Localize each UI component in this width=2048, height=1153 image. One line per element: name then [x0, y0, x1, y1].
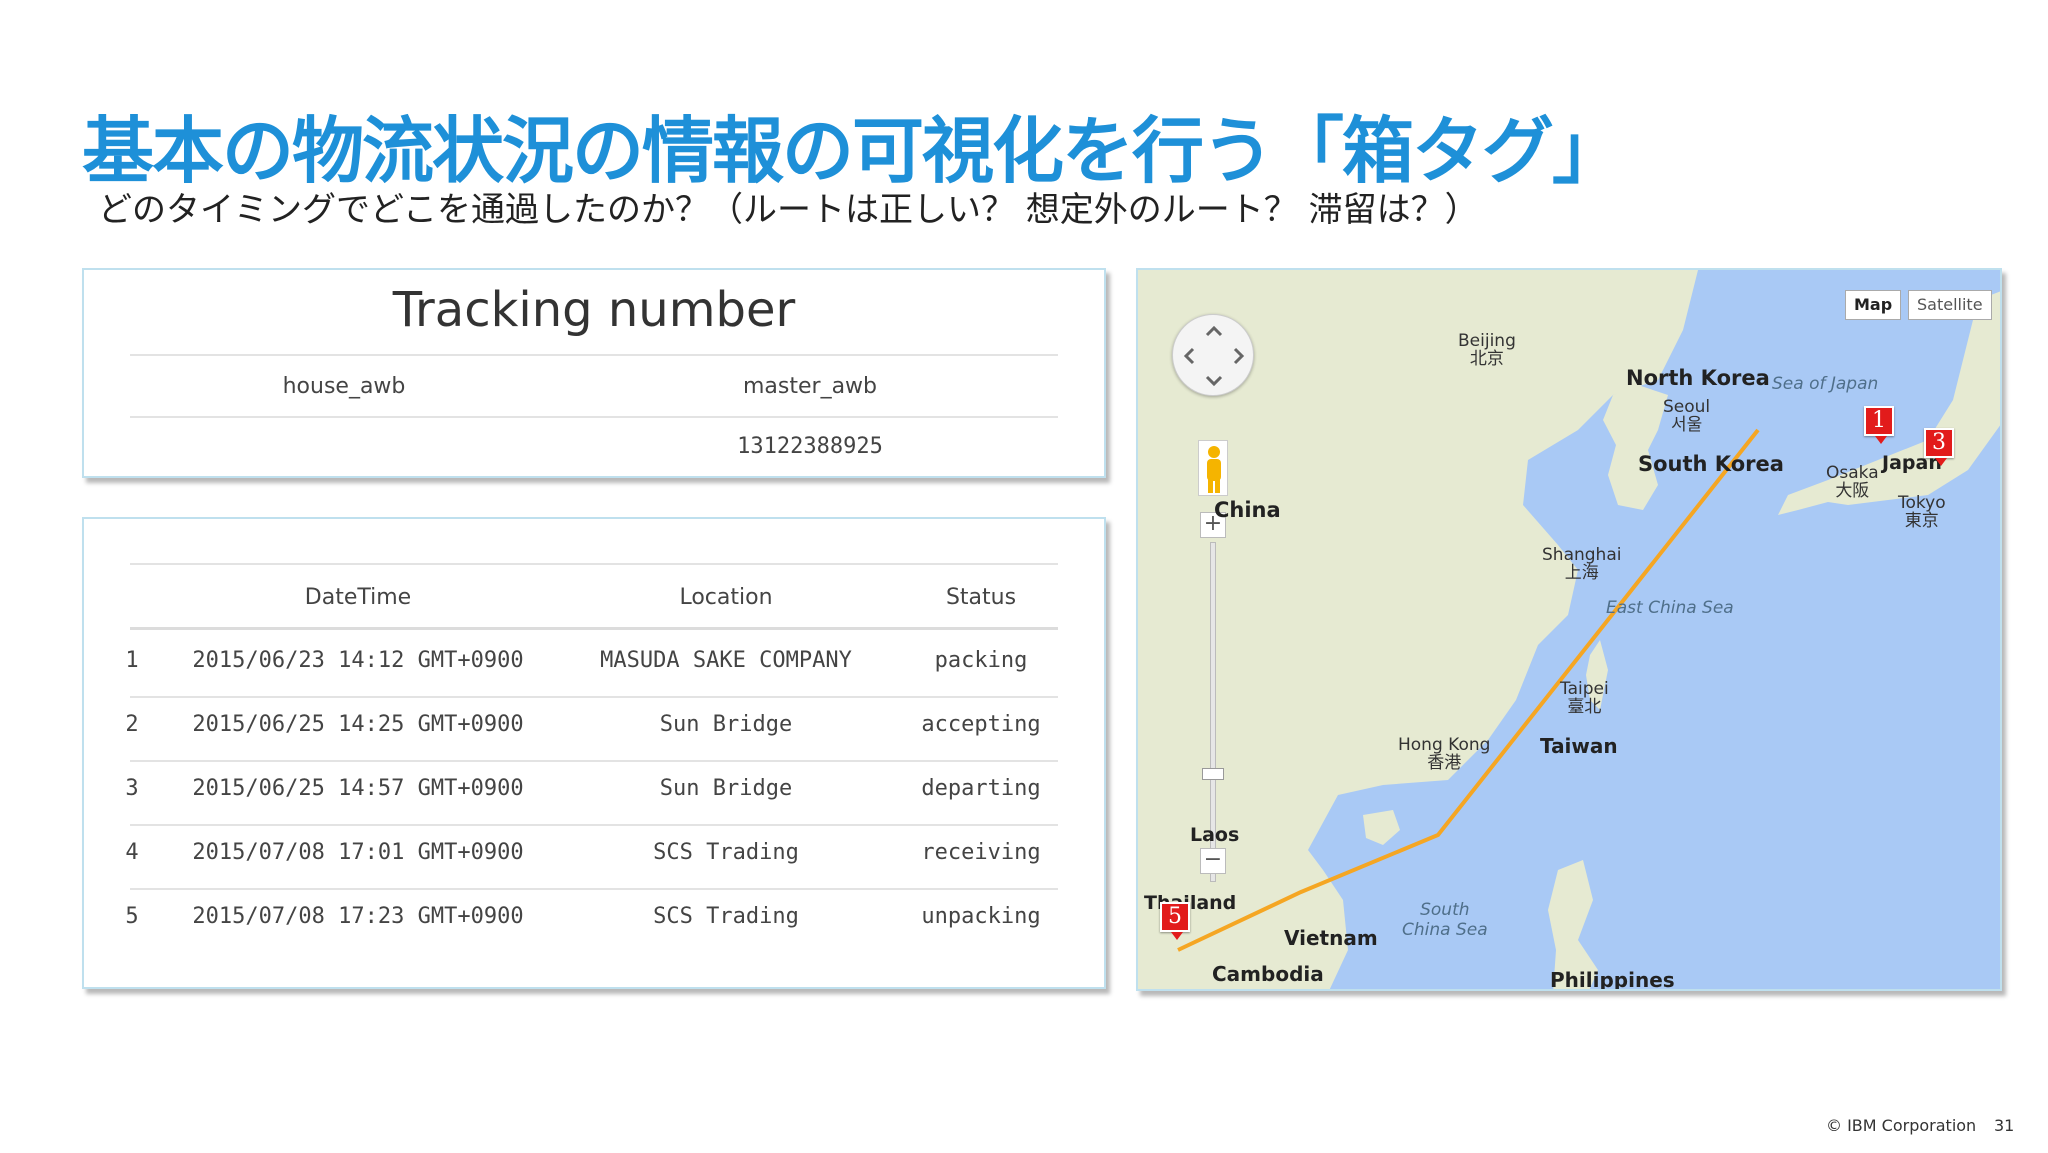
label-china: China: [1214, 498, 1281, 522]
label-taiwan: Taiwan: [1540, 734, 1618, 758]
pan-control[interactable]: [1172, 314, 1254, 396]
row-location: MASUDA SAKE COMPANY: [600, 648, 852, 673]
route-marker-1[interactable]: 1: [1864, 406, 1894, 444]
pegman-icon[interactable]: [1198, 440, 1228, 496]
table-row: 3 2015/06/25 14:57 GMT+0900 Sun Bridge depa…: [84, 762, 1104, 826]
row-index: 5: [125, 904, 139, 929]
row-status: accepting: [921, 712, 1041, 737]
slide-subtitle: どのタイミングでどこを通過したのか？（ルートは正しい？ 想定外のルート？ 滞留は…: [98, 190, 1479, 230]
row-datetime: 2015/06/23 14:12 GMT+0900: [192, 648, 524, 673]
label-north-korea: North Korea: [1626, 366, 1770, 390]
label-thailand: Thailand: [1144, 892, 1237, 914]
table-top-border: [130, 563, 1058, 565]
master-awb-value: 13122388925: [737, 434, 883, 459]
row-index: 2: [125, 712, 139, 737]
pan-left-icon[interactable]: [1183, 347, 1195, 365]
table-row: 1 2015/06/23 14:12 GMT+0900 MASUDA SAKE CO…: [84, 634, 1104, 698]
route-map[interactable]: Map Satellite + − Beijing 北京 North Korea …: [1136, 268, 2002, 991]
row-datetime: 2015/06/25 14:25 GMT+0900: [192, 712, 524, 737]
route-marker-3[interactable]: 3: [1924, 428, 1954, 466]
footer-copyright: © IBM Corporation: [1826, 1116, 1977, 1135]
label-south-china-sea: South China Sea: [1402, 900, 1488, 940]
divider: [130, 354, 1058, 356]
label-beijing: Beijing 北京: [1458, 331, 1516, 369]
label-taipei: Taipei 臺北: [1560, 679, 1609, 717]
map-type-satellite-button[interactable]: Satellite: [1908, 290, 1992, 320]
label-tokyo: Tokyo 東京: [1898, 493, 1946, 531]
row-index: 4: [125, 840, 139, 865]
page-number: 31: [1994, 1116, 2015, 1135]
label-shanghai: Shanghai 上海: [1542, 545, 1622, 583]
row-status: departing: [921, 776, 1041, 801]
label-hong-kong: Hong Kong 香港: [1398, 735, 1491, 773]
row-index: 3: [125, 776, 139, 801]
tracking-number-panel: Tracking number house_awb master_awb 131…: [82, 268, 1106, 478]
row-location: SCS Trading: [653, 840, 799, 865]
row-location: SCS Trading: [653, 904, 799, 929]
row-location: Sun Bridge: [659, 776, 793, 801]
label-laos: Laos: [1190, 824, 1240, 846]
column-header-datetime: DateTime: [304, 585, 412, 610]
row-status: receiving: [921, 840, 1041, 865]
pan-right-icon[interactable]: [1233, 347, 1245, 365]
label-vietnam: Vietnam: [1284, 926, 1378, 950]
label-seoul: Seoul 서울: [1663, 397, 1711, 435]
row-datetime: 2015/07/08 17:23 GMT+0900: [192, 904, 524, 929]
table-row: 2 2015/06/25 14:25 GMT+0900 Sun Bridge acce…: [84, 698, 1104, 762]
row-index: 1: [125, 648, 139, 673]
zoom-out-button[interactable]: −: [1200, 848, 1226, 874]
row-datetime: 2015/07/08 17:01 GMT+0900: [192, 840, 524, 865]
row-datetime: 2015/06/25 14:57 GMT+0900: [192, 776, 524, 801]
pan-up-icon[interactable]: [1205, 325, 1223, 337]
column-header-location: Location: [679, 585, 773, 610]
column-header-status: Status: [945, 585, 1017, 610]
table-row: 5 2015/07/08 17:23 GMT+0900 SCS Trading unp…: [84, 890, 1104, 954]
header-divider: [130, 627, 1058, 630]
row-location: Sun Bridge: [659, 712, 793, 737]
row-status: packing: [934, 648, 1028, 673]
label-osaka: Osaka 大阪: [1826, 463, 1879, 501]
pan-down-icon[interactable]: [1205, 375, 1223, 387]
header-house-awb: house_awb: [282, 374, 406, 399]
label-philippines: Philippines: [1550, 968, 1675, 991]
table-row: 4 2015/07/08 17:01 GMT+0900 SCS Trading rec…: [84, 826, 1104, 890]
zoom-slider-thumb[interactable]: [1202, 768, 1224, 780]
tracking-number-title: Tracking number: [392, 282, 796, 338]
map-type-map-button[interactable]: Map: [1845, 290, 1902, 320]
label-sea-of-japan: Sea of Japan: [1772, 374, 1879, 394]
tracking-events-panel: DateTime Location Status 1 2015/06/23 14:…: [82, 517, 1106, 989]
label-south-korea: South Korea: [1638, 452, 1784, 476]
divider: [130, 416, 1058, 418]
label-cambodia: Cambodia: [1212, 962, 1324, 986]
route-marker-5[interactable]: 5: [1160, 902, 1190, 940]
row-status: unpacking: [921, 904, 1041, 929]
label-east-china-sea: East China Sea: [1606, 598, 1734, 618]
header-master-awb: master_awb: [742, 374, 878, 399]
